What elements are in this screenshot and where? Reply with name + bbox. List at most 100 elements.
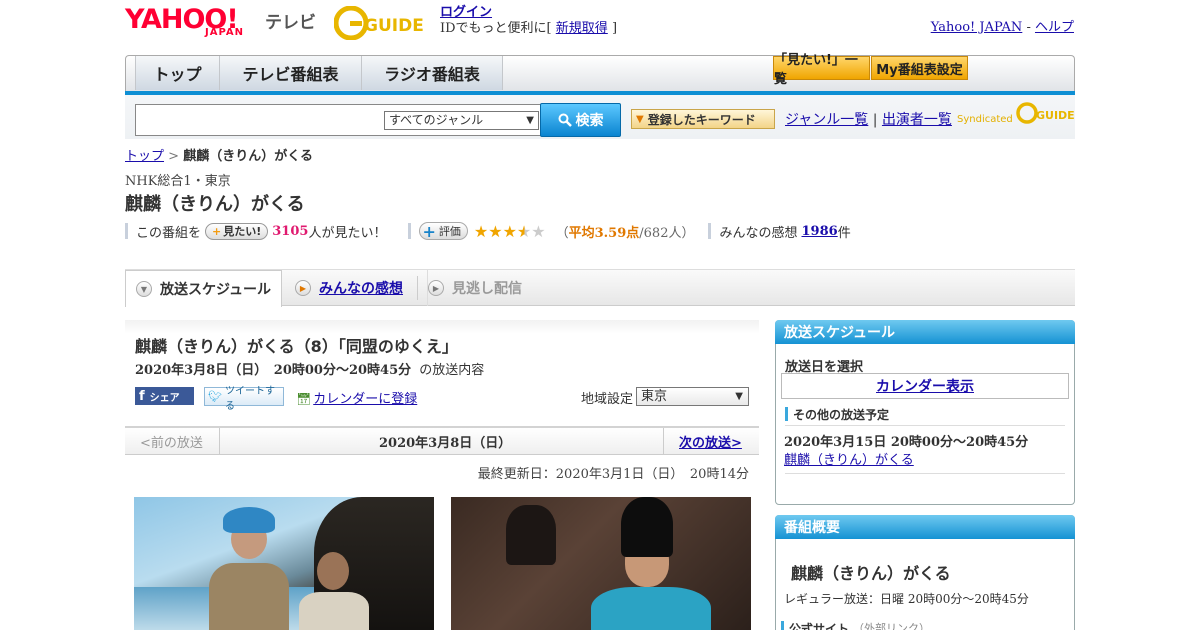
kanso-count-link[interactable]: 1986 [802, 224, 838, 239]
mitai-button[interactable]: + 見たい! [205, 222, 269, 240]
plus-icon: + [422, 221, 436, 241]
link-separator: | [872, 112, 878, 128]
photo-person [209, 507, 289, 630]
official-site-heading: 公式サイト （外部リンク） [781, 621, 930, 630]
twitter-bird-icon: 🐦︎ [208, 390, 222, 403]
photo-person-body [299, 592, 369, 630]
stat-divider [125, 223, 128, 239]
episode-datetime: 2020年3月8日（日） 20時00分～20時45分 [135, 363, 412, 378]
breadcrumb-top-link[interactable]: トップ [125, 149, 164, 164]
avg-prefix: （ [555, 225, 569, 241]
episode-photo-1[interactable] [134, 497, 434, 630]
rate-button[interactable]: + 評価 [419, 221, 468, 241]
performer-list-link[interactable]: 出演者一覧 [882, 112, 952, 128]
prev-broadcast: <前の放送 [140, 436, 203, 451]
search-links: ジャンル一覧 | 出演者一覧 [785, 109, 952, 129]
program-stats: この番組を + 見たい! 3105 人が見たい！ + 評価 ★★★★★ （平均3.5… [125, 221, 851, 241]
region-select[interactable]: 東京 ▼ [636, 387, 749, 406]
other-schedule-title: その他の放送予定 [793, 407, 890, 422]
mitai-list-button[interactable]: 「見たい!」一覧 [773, 53, 870, 87]
search-icon [558, 113, 572, 127]
episode-date: 2020年3月8日（日） 20時00分～20時45分 の放送内容 [135, 359, 484, 378]
help-link[interactable]: ヘルプ [1035, 20, 1074, 35]
official-site-label: 公式サイト [789, 621, 850, 630]
tab-schedule-label: 放送スケジュール [160, 282, 272, 298]
yahoo-japan-link[interactable]: Yahoo! JAPAN [931, 20, 1023, 35]
chevron-right-icon: ▶ [295, 280, 311, 296]
breadcrumb-separator: > [168, 149, 180, 164]
tab-reviews[interactable]: ▶ みんなの感想 [295, 270, 403, 306]
tab-radio-schedule[interactable]: ラジオ番組表 [361, 56, 503, 90]
last-updated: 最終更新日：2020年3月1日（日） 20時14分 [477, 467, 749, 482]
current-broadcast-date: 2020年3月8日（日） [379, 436, 512, 451]
rating-average: （平均3.59点/682人） [556, 222, 695, 241]
facebook-share-button[interactable]: f シェア [135, 387, 194, 405]
genre-list-link[interactable]: ジャンル一覧 [785, 112, 868, 128]
registered-keyword-button[interactable]: ▼ 登録したキーワード [631, 109, 775, 129]
rate-button-label: 評価 [438, 225, 461, 238]
tab-missed-stream[interactable]: ▶ 見逃し配信 [427, 270, 522, 306]
star-icon: ★ [502, 221, 517, 241]
episode-title: 麒麟（きりん）がくる（8）「同盟のゆくえ」 [135, 337, 458, 356]
calendar-display-box[interactable]: カレンダー表示 [781, 373, 1069, 399]
kanso-suffix: 件 [837, 225, 851, 241]
mitai-count: 3105 [272, 223, 309, 239]
mitai-button-label: 見たい! [223, 225, 262, 238]
breadcrumb: トップ > 麒麟（きりん）がくる [125, 145, 313, 164]
kanso-label: みんなの感想 [719, 225, 798, 241]
official-site-sub: （外部リンク） [853, 622, 931, 630]
avg-count: /682人） [639, 225, 695, 241]
photo-person [299, 552, 369, 630]
divider [785, 473, 1065, 474]
overview-program-title: 麒麟（きりん）がくる [791, 564, 951, 583]
regular-broadcast: レギュラー放送：日曜 20時00分～20時45分 [784, 592, 1029, 606]
photo-armor [506, 505, 556, 565]
twitter-tweet-button[interactable]: 🐦︎ ツイートする [204, 386, 284, 412]
tab-tv-schedule[interactable]: テレビ番組表 [219, 56, 361, 90]
chevron-down-icon: ▼ [735, 391, 743, 402]
register-link[interactable]: 新規取得 [556, 21, 608, 36]
tab-reviews-label[interactable]: みんなの感想 [319, 278, 403, 298]
tab-top[interactable]: トップ [135, 56, 219, 90]
photo-person-body [591, 587, 711, 630]
region-selected-value: 東京 [641, 389, 668, 404]
tab-divider [417, 276, 418, 300]
other-schedule-heading: その他の放送予定 [785, 406, 889, 422]
calendar-add-icon: 📅︎ [296, 392, 312, 406]
login-link[interactable]: ログイン [440, 5, 492, 20]
region-label: 地域設定 [581, 392, 634, 407]
genre-select[interactable]: すべてのジャンル ▼ [384, 111, 539, 130]
chevron-down-icon: ▼ [526, 115, 534, 126]
twitter-tweet-label: ツイートする [224, 385, 275, 412]
episode-date-suffix: の放送内容 [419, 363, 485, 378]
photo-person-hood [223, 507, 275, 533]
chevron-right-icon: ▶ [428, 280, 444, 296]
episode-photo-2[interactable] [451, 497, 751, 630]
photo-person [591, 497, 711, 630]
triangle-down-icon: ▼ [636, 113, 644, 125]
tab-missed-label: 見逃し配信 [452, 281, 522, 297]
id-text-prefix: IDでもっと便利に[ [440, 21, 552, 36]
calendar-display-link[interactable]: カレンダー表示 [876, 376, 974, 396]
tv-label[interactable]: テレビ [265, 8, 316, 33]
other-schedule-link[interactable]: 麒麟（きりん）がくる [784, 449, 914, 468]
star-icon: ★ [473, 221, 489, 241]
side-overview-title: 番組概要 [775, 515, 1075, 539]
star-half-icon: ★ [516, 221, 532, 241]
datenav-divider [663, 428, 664, 454]
tab-schedule[interactable]: ▼ 放送スケジュール [125, 270, 282, 307]
my-bangumi-button[interactable]: My番組表設定 [871, 56, 968, 80]
top-right-links: Yahoo! JAPAN - ヘルプ [930, 20, 1074, 35]
stat-divider [408, 223, 412, 239]
search-button[interactable]: 検索 [540, 103, 621, 137]
kono-bangumi-label: この番組を [136, 225, 202, 241]
divider [785, 425, 1065, 426]
next-broadcast-link[interactable]: 次の放送> [679, 432, 742, 451]
calendar-register-link[interactable]: カレンダーに登録 [313, 392, 417, 407]
keyword-button-label: 登録したキーワード [647, 112, 756, 127]
chevron-down-icon: ▼ [136, 281, 152, 297]
login-block: ログイン IDでもっと便利に[ 新規取得 ] [440, 5, 617, 37]
channel-label: NHK総合1・東京 [125, 174, 231, 189]
yahoo-japan-logo-text: JAPAN [205, 27, 244, 38]
breadcrumb-current: 麒麟（きりん）がくる [183, 149, 313, 164]
